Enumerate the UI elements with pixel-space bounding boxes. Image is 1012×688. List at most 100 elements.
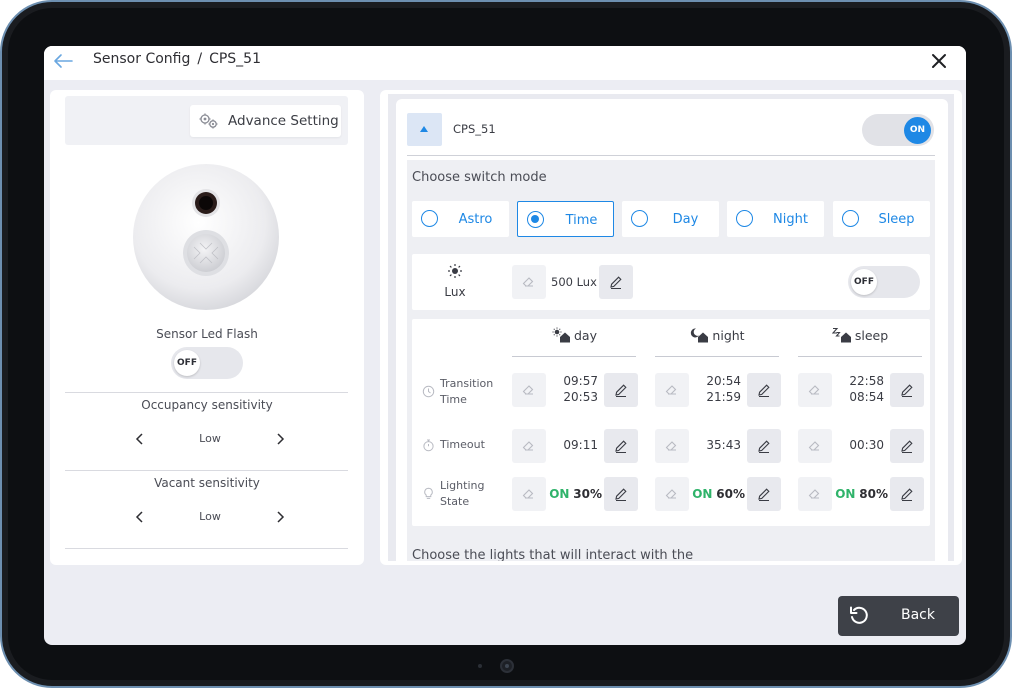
lighting-label-line1: Lighting [440,479,485,492]
radio-day[interactable] [631,210,648,227]
night-lighting-edit-button[interactable] [747,477,781,511]
mode-option-astro[interactable]: Astro [412,201,509,237]
led-flash-state: OFF [177,358,197,368]
lux-toggle[interactable]: OFF [848,266,920,298]
back-button[interactable]: Back [838,596,959,636]
mode-label-time: Time [565,213,598,228]
day-light-on: ON [549,487,570,501]
eraser-icon [665,489,677,499]
night-transition-start: 20:54 [706,374,741,388]
night-timeout-edit-button[interactable] [747,429,781,463]
camera [500,659,514,673]
sleep-light-on: ON [835,487,856,501]
eraser-button[interactable] [512,373,546,407]
column-label-night: night [712,328,745,343]
day-timeout: 09:11 [563,438,598,452]
radio-sleep[interactable] [842,210,859,227]
mode-option-sleep[interactable]: Sleep [833,201,930,237]
sleep-timeout-edit-button[interactable] [890,429,924,463]
eraser-button[interactable] [798,373,832,407]
night-light-pct: 60% [716,487,745,501]
radio-night[interactable] [736,210,753,227]
sleep-lighting-edit-button[interactable] [890,477,924,511]
chevron-right-icon[interactable] [270,429,290,449]
stopwatch-icon [423,439,434,452]
pencil-icon [901,488,913,502]
pencil-icon [901,384,913,398]
mode-option-day[interactable]: Day [622,201,719,237]
device-power-toggle[interactable]: ON [862,114,934,146]
day-transition-edit-button[interactable] [604,373,638,407]
eraser-button[interactable] [655,429,689,463]
night-timeout: 35:43 [706,438,741,452]
arrow-left-icon[interactable] [52,50,74,72]
advance-setting-bar: Advance Setting [65,96,348,145]
switch-config-card: CPS_51 ON Choose switch mode Astro Time [380,90,962,565]
eraser-button[interactable] [512,265,546,299]
undo-icon [850,606,868,624]
eraser-icon [522,277,534,287]
light-selection-hint: Choose the lights that will interact wit… [412,548,694,561]
mode-settings: Choose switch mode Astro Time Day Night … [407,160,935,561]
radio-time[interactable] [527,211,544,228]
sun-icon [448,264,462,278]
led-flash-label: Sensor Led Flash [156,327,258,341]
pencil-icon [615,440,627,454]
mode-label-night: Night [773,212,808,227]
led-flash-toggle[interactable]: OFF [171,347,243,379]
collapse-button[interactable] [407,113,442,146]
pencil-icon [901,440,913,454]
day-lighting-edit-button[interactable] [604,477,638,511]
lux-edit-button[interactable] [599,265,633,299]
night-transition-edit-button[interactable] [747,373,781,407]
occupancy-sensitivity-title: Occupancy sensitivity [141,398,273,412]
mode-option-night[interactable]: Night [727,201,824,237]
eraser-button[interactable] [655,477,689,511]
eraser-button[interactable] [512,477,546,511]
eraser-button[interactable] [655,373,689,407]
day-transition-time: 09:57 20:53 [552,373,598,405]
lighting-label-line2: State [440,495,470,508]
breadcrumb-root[interactable]: Sensor Config [93,51,190,67]
eraser-button[interactable] [798,429,832,463]
back-label: Back [901,607,935,623]
column-header-sleep: sleep [798,327,922,357]
chevron-right-icon[interactable] [270,507,290,527]
night-transition-time: 20:54 21:59 [695,373,741,405]
sleep-transition-time: 22:58 08:54 [838,373,884,405]
gears-icon [199,113,218,129]
lux-value: 500 Lux [551,275,597,289]
pencil-icon [610,276,622,290]
day-light-pct: 30% [573,487,602,501]
breadcrumb: Sensor Config / CPS_51 [93,51,261,67]
transition-label-line1: Transition [440,377,494,390]
eraser-button[interactable] [512,429,546,463]
occupancy-sensitivity-value: Low [199,432,221,445]
mode-label-sleep: Sleep [878,212,915,227]
close-icon[interactable] [928,50,950,72]
eraser-icon [808,441,820,451]
sleep-transition-start: 22:58 [849,374,884,388]
radio-astro[interactable] [421,210,438,227]
mode-label-day: Day [672,212,699,227]
vacant-sensitivity-selector: Low [130,507,290,527]
day-timeout-edit-button[interactable] [604,429,638,463]
sleep-light-pct: 80% [859,487,888,501]
eraser-icon [522,441,534,451]
advance-setting-button[interactable]: Advance Setting [190,105,341,137]
eraser-button[interactable] [798,477,832,511]
eraser-icon [808,385,820,395]
breadcrumb-current: CPS_51 [209,51,261,67]
night-transition-end: 21:59 [706,390,741,404]
mode-option-time[interactable]: Time [517,201,614,237]
divider [65,470,348,471]
pencil-icon [615,488,627,502]
eraser-icon [665,441,677,451]
occupancy-sensitivity-selector: Low [130,429,290,449]
sleep-transition-edit-button[interactable] [890,373,924,407]
scroll-area[interactable]: CPS_51 ON Choose switch mode Astro Time [388,94,954,561]
sensor-device-image [133,164,279,310]
vacant-sensitivity-value: Low [199,510,221,523]
mode-label-astro: Astro [458,212,493,227]
column-label-sleep: sleep [854,328,889,343]
